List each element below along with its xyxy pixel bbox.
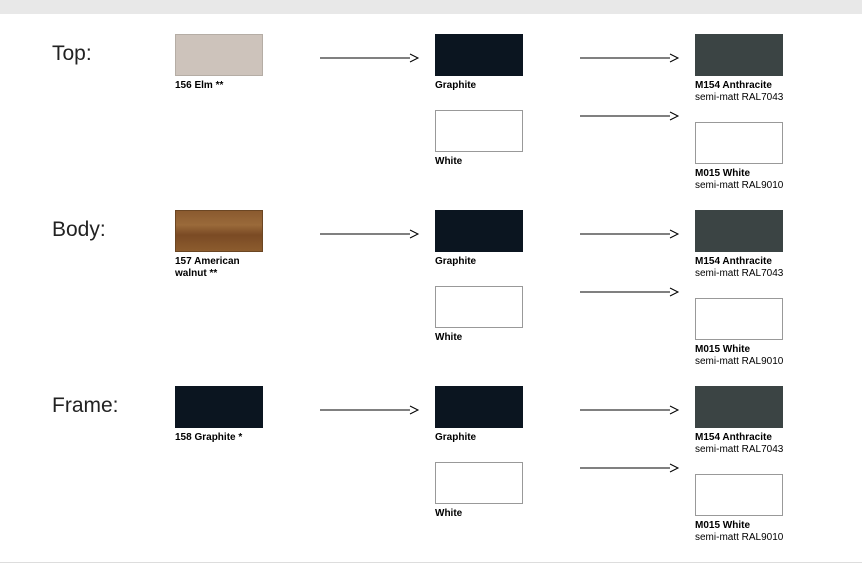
swatch-label-text: M015 White — [695, 344, 750, 355]
swatch-graphite — [435, 34, 523, 76]
arrow-icon — [320, 52, 420, 64]
arrow-icon — [580, 52, 680, 64]
swatch-graphite — [435, 386, 523, 428]
swatch-white — [435, 462, 523, 504]
swatch-graphite — [435, 210, 523, 252]
swatch-label: Graphite — [435, 432, 565, 444]
content: Top: 156 Elm ** Graphite White — [0, 14, 862, 563]
mid-options: Graphite White — [435, 386, 565, 520]
swatch-label-sub: semi-matt RAL7043 — [695, 268, 783, 279]
swatch-label: White — [435, 156, 565, 168]
arrow-icon — [320, 228, 420, 240]
swatch-label: 157 American walnut ** — [175, 256, 263, 280]
option-block: White — [435, 286, 565, 344]
swatch-label: White — [435, 508, 565, 520]
section-body: Body: 157 American walnut ** Graphite Wh… — [0, 210, 862, 386]
swatch-white-ral — [695, 122, 783, 164]
mid-options: Graphite White — [435, 210, 565, 344]
swatch-label-text: M154 Anthracite — [695, 80, 772, 91]
option-block: Graphite — [435, 210, 565, 268]
swatch-white-ral — [695, 474, 783, 516]
swatch-label: M154 Anthracite semi-matt RAL7043 — [695, 80, 835, 104]
option-block: M015 White semi-matt RAL9010 — [695, 122, 835, 192]
swatch-anthracite — [695, 210, 783, 252]
arrow-icon — [580, 404, 680, 416]
option-block: M154 Anthracite semi-matt RAL7043 — [695, 386, 835, 456]
swatch-label-text: M015 White — [695, 168, 750, 179]
swatch-label-sub: semi-matt RAL7043 — [695, 92, 783, 103]
swatch-label: Graphite — [435, 80, 565, 92]
option-block: M015 White semi-matt RAL9010 — [695, 474, 835, 544]
section-label: Frame: — [0, 386, 175, 418]
arrow — [305, 210, 435, 240]
swatch-label: M015 White semi-matt RAL9010 — [695, 520, 835, 544]
arrow-icon — [580, 462, 680, 474]
swatch-label-sub: semi-matt RAL9010 — [695, 356, 783, 367]
swatch-walnut — [175, 210, 263, 252]
arrow-icon — [580, 286, 680, 298]
swatch-label: M015 White semi-matt RAL9010 — [695, 344, 835, 368]
arrow — [305, 386, 435, 416]
header-strip — [0, 0, 862, 14]
mid-options: Graphite White — [435, 34, 565, 168]
swatch-white-ral — [695, 298, 783, 340]
swatch-label: 156 Elm ** — [175, 80, 305, 92]
swatch-label: White — [435, 332, 565, 344]
source-swatch-block: 158 Graphite * — [175, 386, 305, 444]
option-block: M015 White semi-matt RAL9010 — [695, 298, 835, 368]
swatch-label: M015 White semi-matt RAL9010 — [695, 168, 835, 192]
arrow-icon — [580, 228, 680, 240]
swatch-white — [435, 286, 523, 328]
swatch-label: M154 Anthracite semi-matt RAL7043 — [695, 432, 835, 456]
section-frame: Frame: 158 Graphite * Graphite White — [0, 386, 862, 562]
swatch-anthracite — [695, 34, 783, 76]
swatch-anthracite — [695, 386, 783, 428]
right-options: M154 Anthracite semi-matt RAL7043 M015 W… — [695, 386, 835, 544]
swatch-label-text: M154 Anthracite — [695, 432, 772, 443]
arrow — [305, 34, 435, 64]
option-block: White — [435, 462, 565, 520]
section-label: Top: — [0, 34, 175, 66]
arrow-stack — [565, 34, 695, 122]
right-options: M154 Anthracite semi-matt RAL7043 M015 W… — [695, 210, 835, 368]
option-block: Graphite — [435, 386, 565, 444]
swatch-label-sub: semi-matt RAL7043 — [695, 444, 783, 455]
option-block: Graphite — [435, 34, 565, 92]
option-block: M154 Anthracite semi-matt RAL7043 — [695, 210, 835, 280]
arrow-icon — [580, 110, 680, 122]
swatch-label-text: M154 Anthracite — [695, 256, 772, 267]
source-swatch-block: 156 Elm ** — [175, 34, 305, 92]
arrow-icon — [320, 404, 420, 416]
section-top: Top: 156 Elm ** Graphite White — [0, 34, 862, 210]
option-block: M154 Anthracite semi-matt RAL7043 — [695, 34, 835, 104]
swatch-label: 158 Graphite * — [175, 432, 305, 444]
swatch-label: Graphite — [435, 256, 565, 268]
swatch-white — [435, 110, 523, 152]
arrow-stack — [565, 210, 695, 298]
source-swatch-block: 157 American walnut ** — [175, 210, 305, 280]
swatch-label-sub: semi-matt RAL9010 — [695, 180, 783, 191]
swatch-graphite-solid — [175, 386, 263, 428]
right-options: M154 Anthracite semi-matt RAL7043 M015 W… — [695, 34, 835, 192]
section-label: Body: — [0, 210, 175, 242]
swatch-label: M154 Anthracite semi-matt RAL7043 — [695, 256, 835, 280]
arrow-stack — [565, 386, 695, 474]
swatch-elm — [175, 34, 263, 76]
option-block: White — [435, 110, 565, 168]
swatch-label-text: M015 White — [695, 520, 750, 531]
